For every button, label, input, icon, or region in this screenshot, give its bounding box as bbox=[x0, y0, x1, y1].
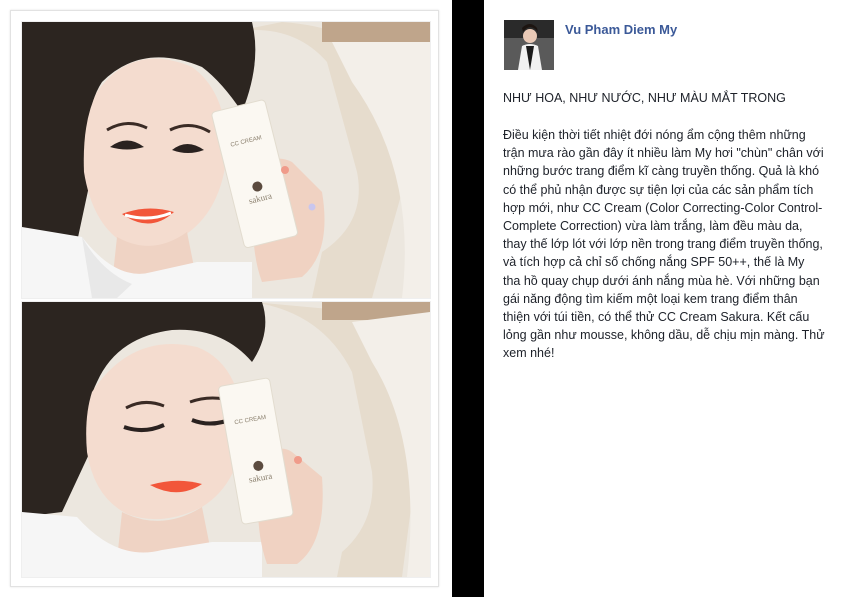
photo-collage[interactable]: CC CREAM sakura CC CREAM sakura bbox=[10, 10, 439, 587]
selfie-with-product-top: CC CREAM sakura bbox=[22, 22, 430, 298]
theater-divider bbox=[452, 0, 484, 597]
post-body-text: Điều kiện thời tiết nhiệt đới nóng ẩm cộ… bbox=[503, 128, 825, 361]
photo-bottom[interactable]: CC CREAM sakura bbox=[21, 301, 431, 578]
post-panel: Vu Pham Diem My NHƯ HOA, NHƯ NƯỚC, NHƯ M… bbox=[484, 0, 841, 597]
post-headline: NHƯ HOA, NHƯ NƯỚC, NHƯ MÀU MẮT TRONG bbox=[503, 91, 786, 105]
avatar-image bbox=[504, 20, 554, 70]
author-avatar[interactable] bbox=[504, 20, 554, 70]
selfie-with-product-bottom: CC CREAM sakura bbox=[22, 302, 430, 577]
author-name-link[interactable]: Vu Pham Diem My bbox=[565, 22, 677, 37]
photo-top[interactable]: CC CREAM sakura bbox=[21, 21, 431, 299]
